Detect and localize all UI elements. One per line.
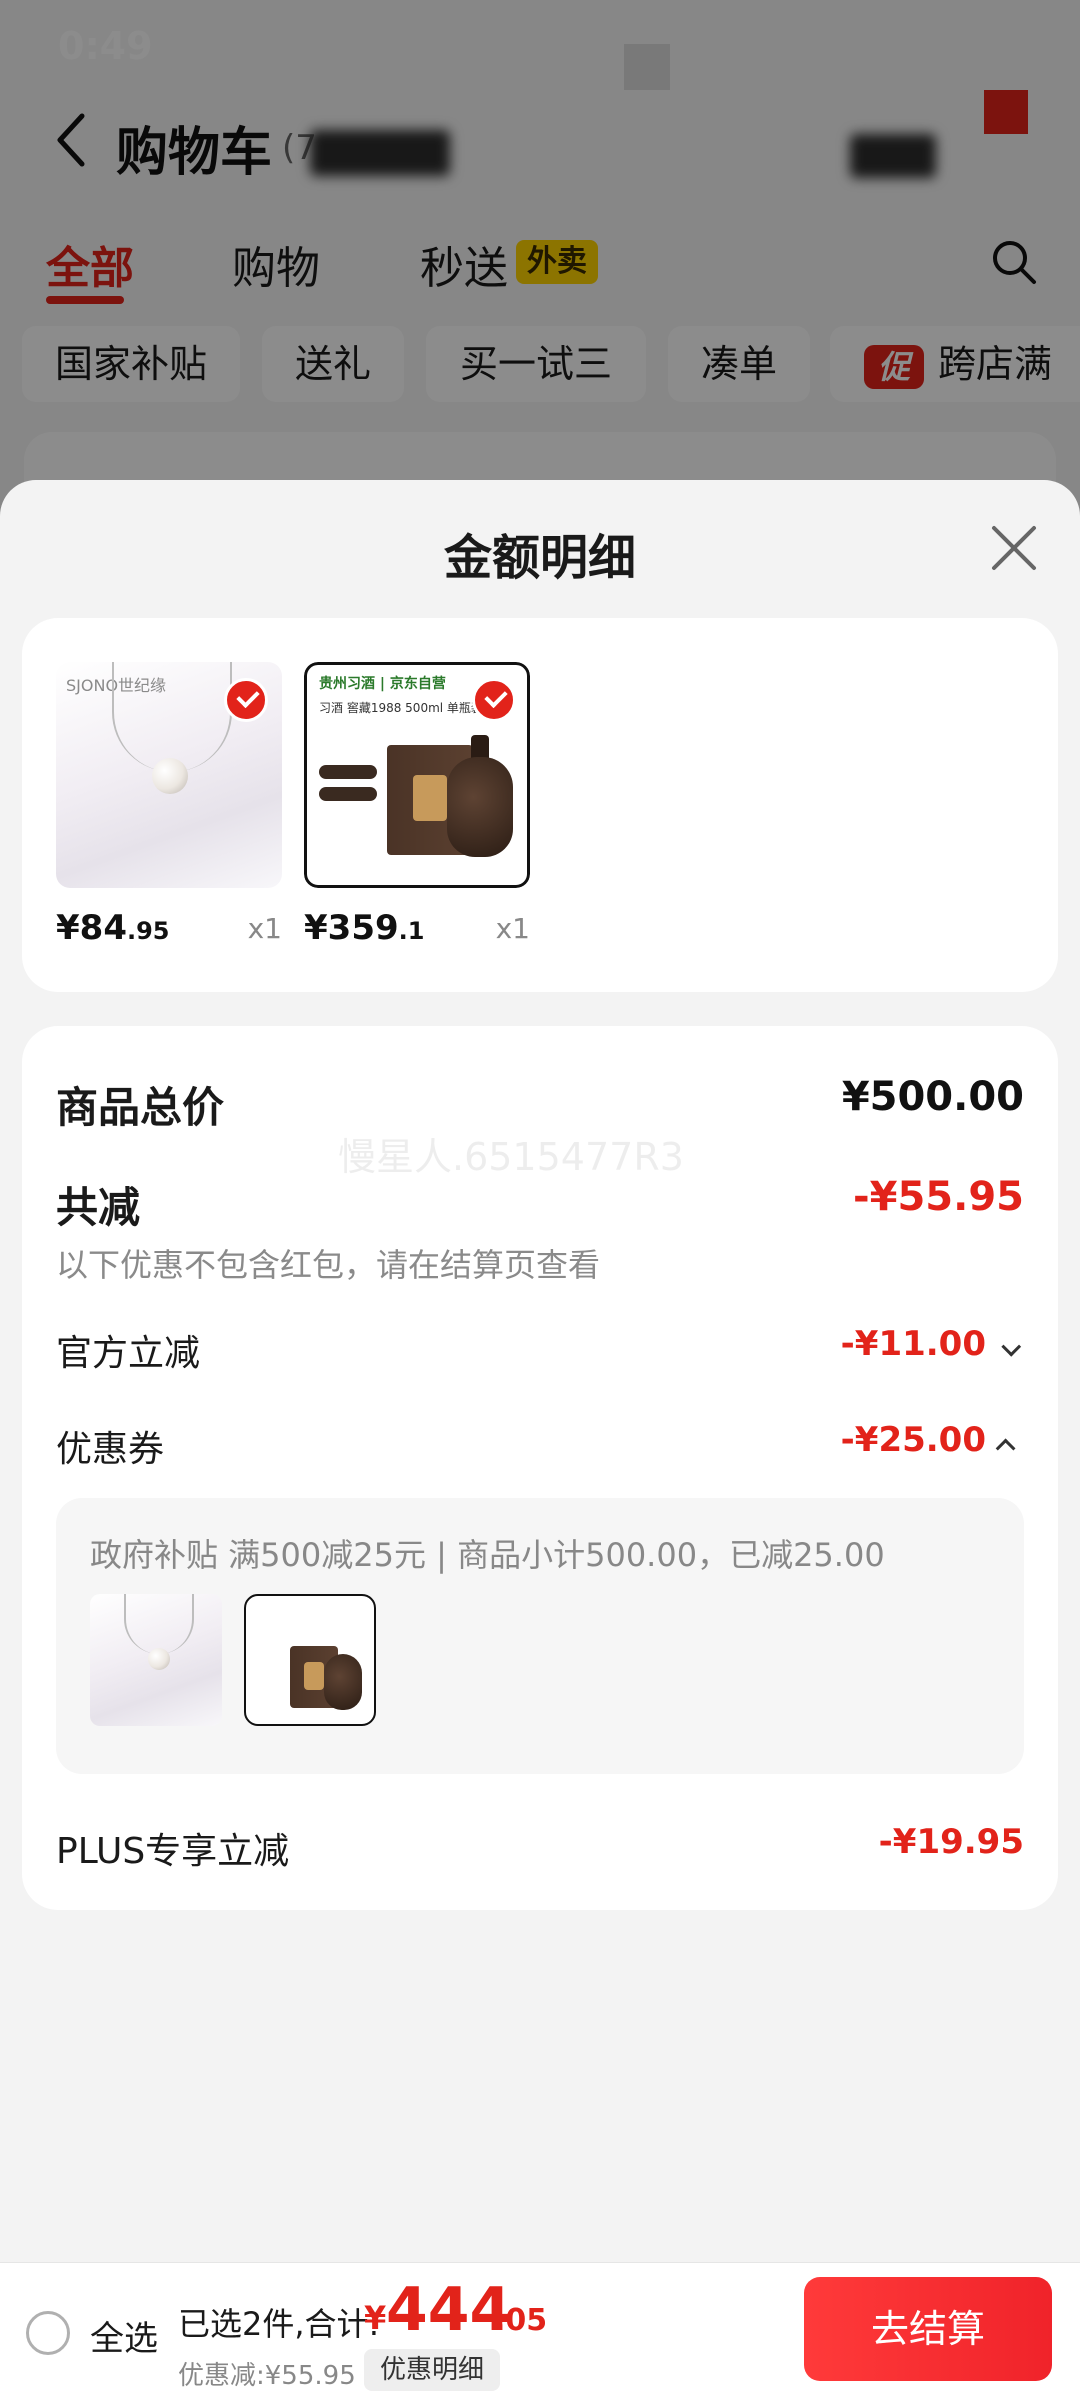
close-icon[interactable] bbox=[986, 520, 1042, 576]
product-brand: 贵州习酒 | 京东自营 bbox=[319, 676, 446, 692]
total-amount-decimal: .05 bbox=[494, 2303, 548, 2338]
official-discount-value: -¥11.00 bbox=[840, 1324, 986, 1364]
total-currency: ¥ bbox=[364, 2299, 387, 2337]
product-tag bbox=[319, 787, 377, 801]
chevron-down-icon bbox=[1001, 1336, 1022, 1357]
pearl bbox=[152, 758, 188, 794]
coupon-detail-box: 政府补贴 满500减25元 | 商品小计500.00，已减25.00 bbox=[56, 1498, 1024, 1774]
watermark: 慢星人.6515477R3 bbox=[338, 1135, 684, 1179]
product-quantity: x1 bbox=[495, 912, 530, 945]
discount-detail-button[interactable]: 优惠明细 bbox=[364, 2349, 501, 2391]
checkout-bar: 全选 已选2件,合计: ¥ 444 .05 优惠减:¥55.95 优惠明细 去结… bbox=[0, 2262, 1080, 2400]
product-item[interactable]: SJONO世纪缘 ¥84.95 x1 bbox=[56, 662, 282, 948]
select-all-radio[interactable] bbox=[26, 2311, 70, 2355]
product-price: ¥84.95 bbox=[56, 908, 170, 948]
checkout-button[interactable]: 去结算 bbox=[804, 2277, 1052, 2381]
coupon-product-thumb-baijiu bbox=[244, 1594, 376, 1726]
total-amount: 444 bbox=[386, 2275, 512, 2345]
total-reduction-value: -¥55.95 bbox=[853, 1174, 1024, 1220]
discount-note: 以下优惠不包含红包，请在结算页查看 bbox=[56, 1246, 601, 1284]
total-price-value: ¥500.00 bbox=[841, 1074, 1024, 1120]
product-price: ¥359.1 bbox=[304, 908, 425, 948]
total-reduction-label: 共减 bbox=[56, 1183, 141, 1232]
sheet-title: 金额明细 bbox=[443, 530, 636, 586]
bottle bbox=[447, 757, 513, 857]
coupon-description: 政府补贴 满500减25元 | 商品小计500.00，已减25.00 bbox=[90, 1536, 885, 1574]
selected-summary: 已选2件,合计: bbox=[178, 2305, 380, 2343]
product-quantity: x1 bbox=[247, 912, 282, 945]
necklace-chain bbox=[112, 662, 232, 772]
total-price-label: 商品总价 bbox=[56, 1083, 225, 1132]
discount-summary: 优惠减:¥55.95 bbox=[178, 2361, 356, 2391]
plus-discount-label: PLUS专享立减 bbox=[56, 1831, 290, 1872]
product-image-baijiu: 贵州习酒 | 京东自营 习酒 窖藏1988 500ml 单瓶装 bbox=[304, 662, 530, 888]
product-image-pearl-necklace: SJONO世纪缘 bbox=[56, 662, 282, 888]
product-item[interactable]: 贵州习酒 | 京东自营 习酒 窖藏1988 500ml 单瓶装 ¥359.1 x… bbox=[304, 662, 530, 948]
product-tag bbox=[319, 765, 377, 779]
coupon-label: 优惠券 bbox=[56, 1429, 165, 1470]
price-summary-card: 慢星人.6515477R3 商品总价 ¥500.00 共减 -¥55.95 以下… bbox=[22, 1026, 1058, 1910]
coupon-product-thumb-necklace bbox=[90, 1594, 222, 1726]
product-name: 习酒 窖藏1988 500ml 单瓶装 bbox=[319, 701, 483, 715]
checked-icon[interactable] bbox=[224, 678, 268, 722]
selected-products-card: SJONO世纪缘 ¥84.95 x1 贵州习酒 | 京东自营 习酒 窖藏1988… bbox=[22, 618, 1058, 992]
chevron-up-icon bbox=[995, 1438, 1016, 1458]
amount-detail-sheet: 金额明细 SJONO世纪缘 ¥84.95 x1 贵州习酒 | 京东自营 习酒 窖 bbox=[0, 480, 1080, 2400]
plus-discount-value: -¥19.95 bbox=[878, 1822, 1024, 1862]
official-discount-label: 官方立减 bbox=[56, 1333, 201, 1374]
select-all-label[interactable]: 全选 bbox=[90, 2311, 158, 2360]
checked-icon[interactable] bbox=[472, 678, 516, 722]
coupon-value: -¥25.00 bbox=[840, 1420, 986, 1460]
